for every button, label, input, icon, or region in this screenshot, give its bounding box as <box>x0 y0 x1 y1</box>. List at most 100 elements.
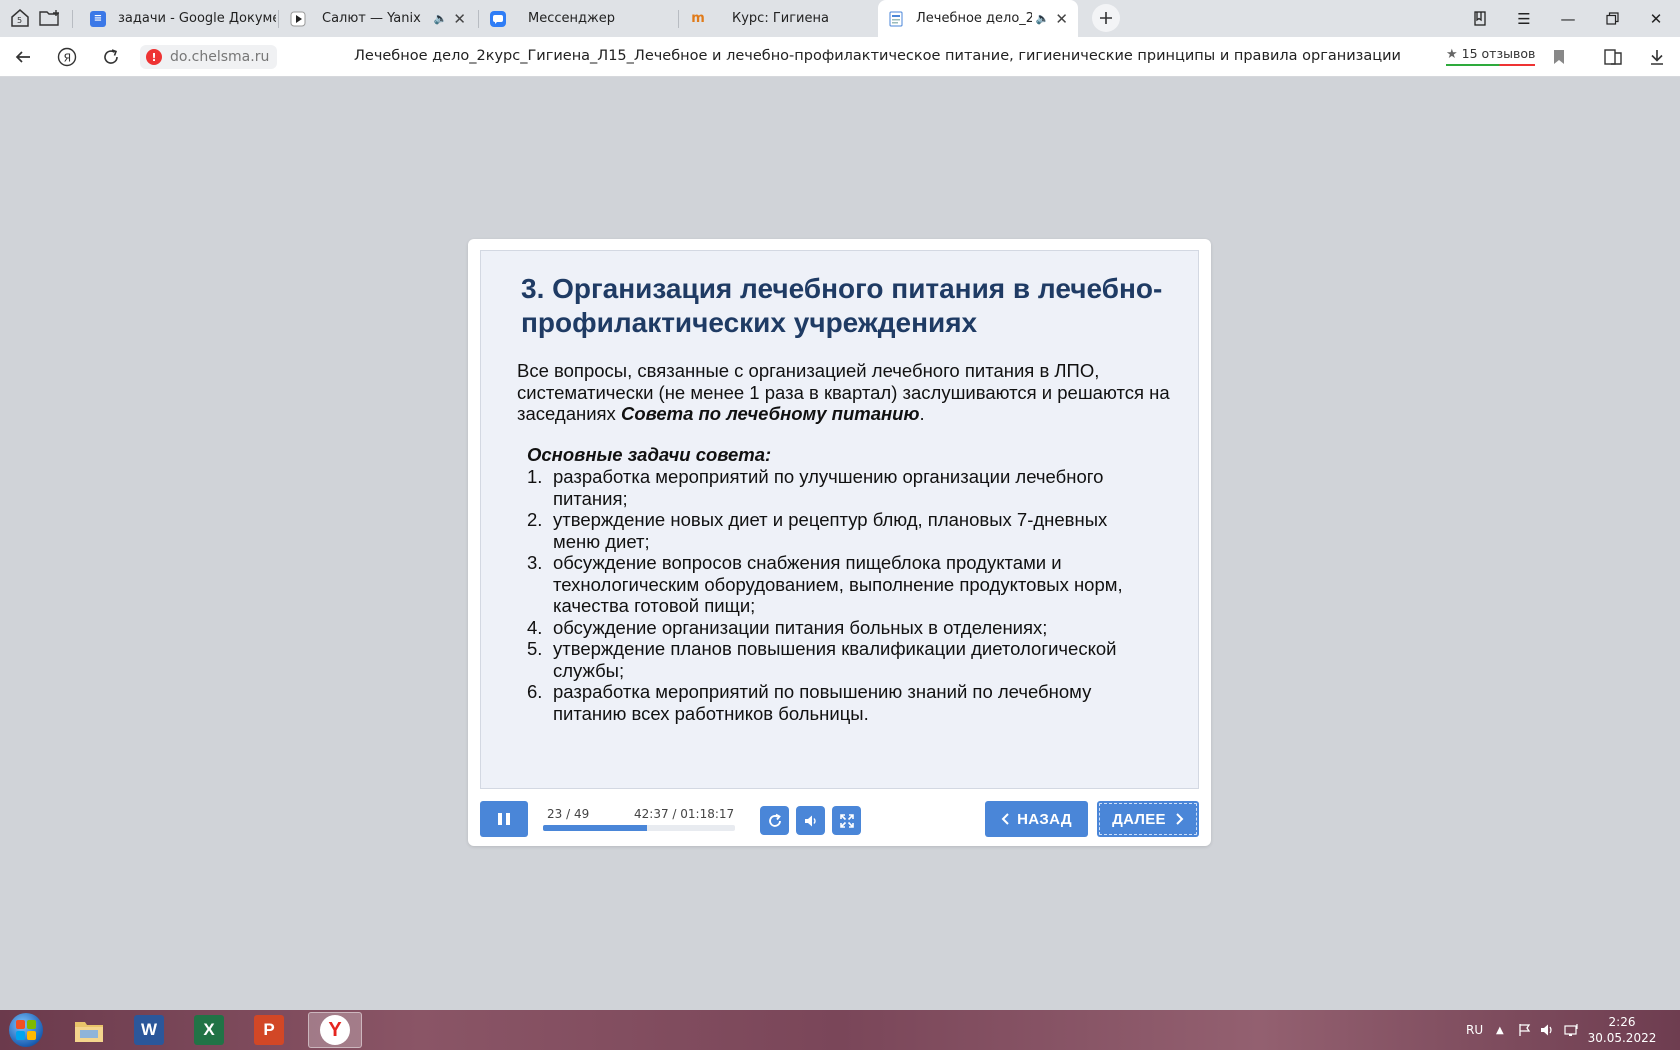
taskbar-yandex-browser[interactable]: Y <box>308 1012 362 1048</box>
tab-google-docs[interactable]: ≡ задачи - Google Документ <box>80 0 276 37</box>
fullscreen-icon <box>839 813 854 828</box>
network-tray-icon[interactable] <box>1564 1010 1580 1050</box>
slide-counter: 23 / 49 <box>547 807 590 821</box>
volume-button[interactable] <box>796 806 825 835</box>
intro-line: заседаниях Совета по лечебному питанию. <box>517 403 925 424</box>
download-icon[interactable] <box>1644 44 1670 70</box>
volume-tray-icon[interactable] <box>1540 1010 1556 1050</box>
tab-title: Салют — Yanix <box>322 11 421 26</box>
browser-tab-strip: 5 ≡ задачи - Google Документ Салют — Yan… <box>0 0 1680 37</box>
url-chip[interactable]: ! do.chelsma.ru <box>140 45 278 69</box>
progress-bar[interactable] <box>543 825 735 831</box>
tab-yanix[interactable]: Салют — Yanix 🔈 ✕ <box>280 0 476 37</box>
close-tab-icon[interactable]: ✕ <box>453 10 466 28</box>
time-counter: 42:37 / 01:18:17 <box>634 807 735 821</box>
security-warning-icon[interactable]: ! <box>146 49 162 65</box>
tab-active-lecture[interactable]: Лечебное дело_2курс 🔈 ✕ <box>878 0 1078 37</box>
intro-line: систематически (не менее 1 раза в кварта… <box>517 381 1170 403</box>
tab-title: Лечебное дело_2курс <box>916 11 1032 26</box>
restore-icon[interactable] <box>1590 0 1634 37</box>
google-docs-icon: ≡ <box>90 10 106 27</box>
clock-time: 2:26 <box>1608 1015 1636 1029</box>
fullscreen-button[interactable] <box>832 806 861 835</box>
list-item: 5. утверждение планов повышения квалифик… <box>527 638 1117 681</box>
tab-course[interactable]: m Курс: Гигиена <box>680 0 876 37</box>
page-title[interactable]: Лечебное дело_2курс_Гигиена_Л15_Лечебное… <box>354 48 1401 64</box>
council-name: Совета по лечебному питанию <box>620 403 920 424</box>
svg-text:5: 5 <box>17 16 22 25</box>
domain-text: do.chelsma.ru <box>170 49 270 65</box>
menu-icon[interactable]: ☰ <box>1502 0 1546 37</box>
chevron-right-icon <box>1176 813 1184 825</box>
minimize-icon[interactable]: — <box>1546 0 1590 37</box>
volume-icon <box>804 815 816 826</box>
home-icon[interactable]: 5 <box>6 5 34 31</box>
slide-canvas: 3. Организация лечебного питания в лечеб… <box>480 250 1199 789</box>
close-window-icon[interactable]: ✕ <box>1634 0 1678 37</box>
chevron-left-icon <box>1001 813 1009 825</box>
powerpoint-icon: P <box>254 1015 284 1045</box>
tasks-list: 1. разработка мероприятий по улучшению о… <box>527 466 1127 724</box>
new-tab-button[interactable] <box>1092 4 1120 32</box>
moodle-icon: m <box>691 11 705 26</box>
pause-button[interactable] <box>480 801 528 837</box>
play-icon <box>290 11 306 27</box>
tab-title: Курс: Гигиена <box>732 11 829 26</box>
reload-icon[interactable] <box>98 44 124 70</box>
new-tab-group-icon[interactable] <box>36 5 64 31</box>
back-button[interactable]: НАЗАД <box>985 801 1088 837</box>
list-item: 6. разработка мероприятий по повышению з… <box>527 681 1092 724</box>
bookmark-icon[interactable] <box>1546 44 1572 70</box>
back-arrow-icon[interactable] <box>10 44 36 70</box>
next-button[interactable]: ДАЛЕЕ <box>1097 801 1199 837</box>
reviews-count: 15 отзывов <box>1461 46 1536 61</box>
address-bar: Я ! do.chelsma.ru Лечебное дело_2курс_Ги… <box>0 37 1680 77</box>
reviews-badge[interactable]: ★ 15 отзывов <box>1446 46 1536 66</box>
slide-intro: Все вопросы, связанные с организацией ле… <box>517 360 1177 425</box>
messenger-icon <box>490 10 506 27</box>
tab-title: Мессенджер <box>528 11 615 26</box>
reader-mode-icon[interactable] <box>1600 44 1626 70</box>
speaker-icon[interactable]: 🔈 <box>1036 12 1050 25</box>
tray-expand-icon[interactable]: ▲ <box>1496 1010 1504 1050</box>
explorer-icon <box>74 1015 104 1045</box>
close-tab-icon[interactable]: ✕ <box>1055 10 1068 28</box>
back-label: НАЗАД <box>1017 810 1072 828</box>
speaker-icon[interactable]: 🔈 <box>434 12 448 25</box>
svg-text:Я: Я <box>64 52 72 65</box>
taskbar-excel[interactable]: X <box>182 1012 236 1048</box>
next-label: ДАЛЕЕ <box>1112 810 1166 828</box>
yandex-icon[interactable]: Я <box>54 44 80 70</box>
list-item: 2. утверждение новых диет и рецептур блю… <box>527 509 1108 552</box>
list-item: 4. обсуждение организации питания больны… <box>527 616 1048 638</box>
bookmarks-collection-icon[interactable] <box>1458 0 1502 37</box>
list-item: 3. обсуждение вопросов снабжения пищебло… <box>527 552 1123 616</box>
windows-taskbar: W X P Y RU ▲ 2:26 30.05.2022 <box>0 1010 1680 1050</box>
taskbar-powerpoint[interactable]: P <box>242 1012 296 1048</box>
replay-icon <box>768 813 781 827</box>
list-item: 1. разработка мероприятий по улучшению о… <box>527 466 1104 509</box>
windows-logo-icon <box>9 1013 43 1047</box>
progress-fill <box>543 825 647 831</box>
intro-line: Все вопросы, связанные с организацией ле… <box>517 360 1100 381</box>
language-indicator[interactable]: RU <box>1466 1010 1483 1050</box>
player-controls: 23 / 49 42:37 / 01:18:17 НАЗАД ДАЛЕЕ <box>480 801 1199 837</box>
taskbar-explorer[interactable] <box>62 1012 116 1048</box>
replay-button[interactable] <box>760 806 789 835</box>
yandex-browser-icon: Y <box>320 1015 350 1045</box>
star-icon: ★ <box>1446 47 1458 62</box>
taskbar-word[interactable]: W <box>122 1012 176 1048</box>
tab-title: задачи - Google Документ <box>118 11 276 26</box>
presentation-player: 3. Организация лечебного питания в лечеб… <box>468 239 1211 846</box>
action-center-flag-icon[interactable] <box>1518 1010 1532 1050</box>
excel-icon: X <box>194 1015 224 1045</box>
word-icon: W <box>134 1015 164 1045</box>
pause-icon <box>498 813 502 825</box>
start-button[interactable] <box>4 1012 48 1048</box>
clock-date: 30.05.2022 <box>1587 1031 1657 1045</box>
system-clock[interactable]: 2:26 30.05.2022 <box>1586 1014 1658 1046</box>
tasks-heading: Основные задачи совета: <box>527 444 772 465</box>
page-icon <box>888 11 904 27</box>
tab-messenger[interactable]: Мессенджер <box>480 0 676 37</box>
slide-title: 3. Организация лечебного питания в лечеб… <box>521 273 1163 338</box>
